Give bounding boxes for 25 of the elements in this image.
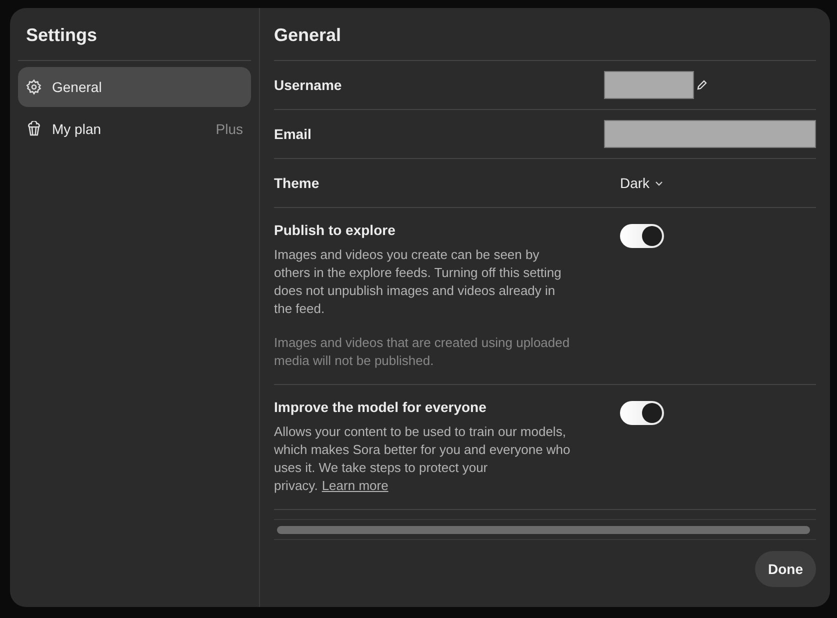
setting-label: Username xyxy=(274,77,343,93)
redacted-field[interactable] xyxy=(604,71,694,99)
sidebar-item[interactable]: My plan Plus xyxy=(18,109,251,149)
redacted-field[interactable] xyxy=(604,120,816,148)
setting-description: Allows your content to be used to train our models, which makes Sora better for you and everyone who uses it. We take steps to protect your privacy. Learn more xyxy=(274,423,572,495)
setting-label: Theme xyxy=(274,175,320,191)
setting-label: Publish to explore xyxy=(274,222,396,238)
popcorn-icon xyxy=(26,121,42,137)
toggle-switch[interactable] xyxy=(620,224,664,248)
scrollbar[interactable] xyxy=(277,526,810,534)
section-title: General xyxy=(274,8,816,61)
settings-icon xyxy=(26,79,42,95)
learn-more-link[interactable]: Learn more xyxy=(322,478,388,493)
setting-label: Improve the model for everyone xyxy=(274,399,488,415)
theme-dropdown[interactable]: Dark xyxy=(620,175,816,191)
sidebar-title: Settings xyxy=(18,8,251,61)
pencil-icon[interactable] xyxy=(696,79,708,91)
setting-label: Email xyxy=(274,126,312,142)
setting-description: Images and videos that are created using uploaded media will not be published. xyxy=(274,334,571,370)
setting-description: Images and videos you create can be seen by others in the explore feeds. Turning off this setting does not unpublish images and videos already in the feed. xyxy=(274,246,562,318)
toggle-switch[interactable] xyxy=(620,401,664,425)
plan-label: Plus xyxy=(216,121,243,137)
done-button[interactable]: Done xyxy=(755,551,816,587)
chevron-down-icon xyxy=(654,180,663,186)
sidebar-item[interactable]: General xyxy=(18,67,251,107)
